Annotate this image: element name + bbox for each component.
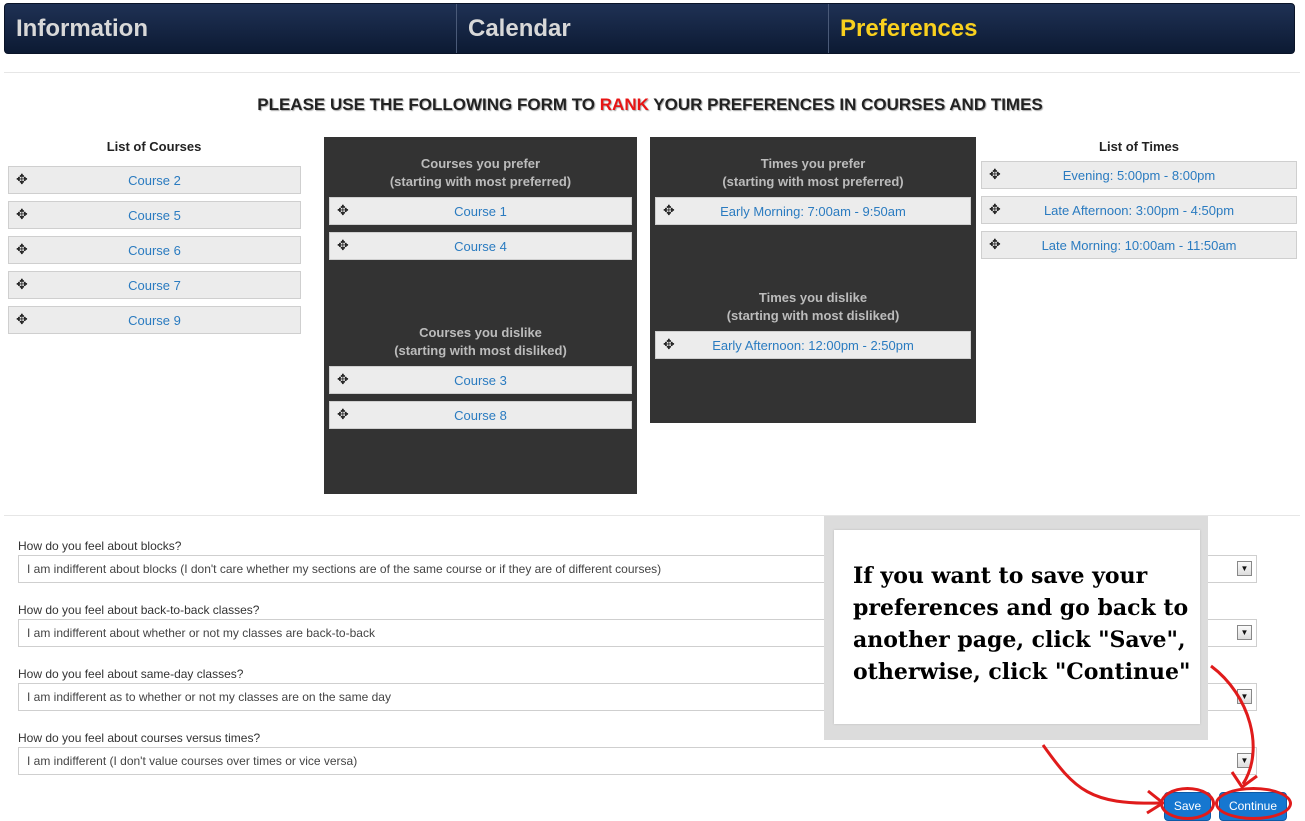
annotation-arrows <box>1041 664 1258 815</box>
save-button[interactable]: Save <box>1164 792 1211 821</box>
arrow-to-save <box>1041 744 1161 805</box>
continue-button[interactable]: Continue <box>1219 792 1287 821</box>
arrow-to-continue <box>1210 664 1255 785</box>
